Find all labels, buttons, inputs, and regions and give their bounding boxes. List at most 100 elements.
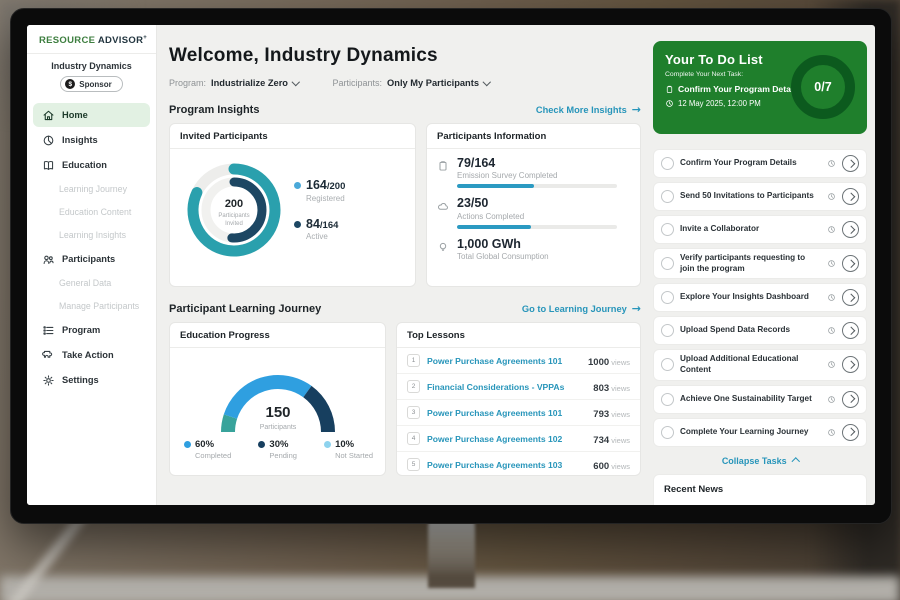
sidebar-item-home[interactable]: Home [33, 103, 150, 127]
sidebar-item-insights[interactable]: Insights [33, 128, 150, 152]
sidebar-item-settings[interactable]: Settings [33, 368, 150, 392]
lesson-rank: 3 [407, 406, 420, 419]
todo-task[interactable]: Complete Your Learning Journey [653, 418, 867, 447]
chevron-right-icon [847, 260, 855, 268]
app-logo: RESOURCE ADVISOR+ [27, 25, 156, 53]
task-checkbox[interactable] [661, 324, 674, 337]
legend-label: Not Started [335, 451, 373, 460]
sidebar-item-manage-participants[interactable]: Manage Participants [33, 295, 150, 317]
task-label: Verify participants requesting to join t… [680, 253, 821, 274]
sponsor-badge[interactable]: $ Sponsor [60, 76, 122, 92]
learning-journey-title: Participant Learning Journey [169, 303, 321, 315]
sidebar-item-education-content[interactable]: Education Content [33, 201, 150, 223]
sidebar-item-general-data[interactable]: General Data [33, 272, 150, 294]
legend-pct: 60% [195, 439, 214, 450]
filter-program[interactable]: Program:Industrialize Zero [169, 78, 299, 88]
sidebar-item-education[interactable]: Education [33, 153, 150, 177]
task-label: Upload Additional Educational Content [680, 354, 821, 375]
legend-pct: 10% [335, 439, 354, 450]
clock-icon [665, 99, 674, 108]
sidebar-item-learning-insights[interactable]: Learning Insights [33, 224, 150, 246]
divider [27, 53, 156, 54]
lesson-title-link[interactable]: Power Purchase Agreements 102 [427, 434, 593, 444]
monitor-stand [428, 516, 475, 588]
task-label: Confirm Your Program Details [680, 158, 821, 169]
sidebar-item-take-action[interactable]: Take Action [33, 343, 150, 367]
todo-task[interactable]: Upload Additional Educational Content [653, 349, 867, 380]
clock-icon [827, 360, 836, 369]
task-open-button[interactable] [842, 188, 859, 205]
sidebar-item-label: Education Content [59, 207, 131, 217]
chevron-right-icon [847, 193, 855, 201]
progress-fill [457, 184, 534, 188]
go-to-learning-journey-link[interactable]: Go to Learning Journey → [522, 302, 641, 315]
task-open-button[interactable] [842, 155, 859, 172]
filter-participants[interactable]: Participants:Only My Participants [333, 78, 490, 88]
legend-dot-icon [184, 441, 191, 448]
legend-label: Registered [306, 194, 345, 203]
sidebar-item-participants[interactable]: Participants [33, 247, 150, 271]
todo-hero-panel: Your To Do List Complete Your Next Task:… [653, 41, 867, 134]
survey-icon [437, 159, 449, 171]
lesson-rank: 1 [407, 354, 420, 367]
sidebar-item-label: Education [62, 160, 107, 170]
check-more-insights-link[interactable]: Check More Insights → [536, 103, 641, 116]
todo-task[interactable]: Verify participants requesting to join t… [653, 248, 867, 279]
card-title: Invited Participants [170, 124, 415, 149]
dashboard-screen: RESOURCE ADVISOR+ Industry Dynamics $ Sp… [27, 25, 875, 505]
sidebar-item-learning-journey[interactable]: Learning Journey [33, 178, 150, 200]
chevron-right-icon [847, 361, 855, 369]
task-open-button[interactable] [842, 221, 859, 238]
photo-background: RESOURCE ADVISOR+ Industry Dynamics $ Sp… [0, 0, 900, 600]
task-open-button[interactable] [842, 255, 859, 272]
svg-text:150: 150 [265, 404, 290, 421]
collapse-tasks-link[interactable]: Collapse Tasks [653, 456, 867, 466]
chevron-right-icon [847, 395, 855, 403]
task-checkbox[interactable] [661, 426, 674, 439]
todo-task[interactable]: Achieve One Sustainability Target [653, 385, 867, 414]
page-title: Welcome, Industry Dynamics [169, 45, 641, 67]
lesson-title-link[interactable]: Power Purchase Agreements 101 [427, 356, 588, 366]
gauge-legend: 60%Completed30%Pending10%Not Started [170, 437, 385, 460]
sidebar-item-program[interactable]: Program [33, 318, 150, 342]
sidebar-item-label: Settings [62, 375, 99, 385]
info-row: 23/50Actions Completed [437, 196, 630, 228]
task-open-button[interactable] [842, 356, 859, 373]
filter-label: Participants: [333, 78, 383, 88]
info-content: 1,000 GWhTotal Global Consumption [457, 237, 549, 261]
task-checkbox[interactable] [661, 358, 674, 371]
task-open-button[interactable] [842, 322, 859, 339]
invited-participants-card: Invited Participants 200ParticipantsInvi… [169, 123, 416, 287]
todo-task[interactable]: Explore Your Insights Dashboard [653, 283, 867, 312]
legend-label: Pending [269, 451, 297, 460]
chevron-right-icon [847, 160, 855, 168]
todo-task[interactable]: Send 50 Invitations to Participants [653, 182, 867, 211]
todo-task[interactable]: Upload Spend Data Records [653, 316, 867, 345]
lesson-title-link[interactable]: Financial Considerations - VPPAs [427, 382, 593, 392]
info-content: 79/164Emission Survey Completed [457, 156, 617, 188]
chevron-up-icon [792, 458, 800, 466]
lesson-title-link[interactable]: Power Purchase Agreements 103 [427, 460, 593, 470]
settings-icon [42, 374, 55, 387]
task-checkbox[interactable] [661, 257, 674, 270]
info-label: Actions Completed [457, 212, 617, 221]
todo-progress-ring: 0/7 [791, 55, 855, 119]
sidebar-item-label: Manage Participants [59, 301, 139, 311]
todo-task[interactable]: Invite a Collaborator [653, 215, 867, 244]
task-checkbox[interactable] [661, 157, 674, 170]
sponsor-icon: $ [65, 79, 75, 89]
top-lessons-card: Top Lessons 1Power Purchase Agreements 1… [396, 322, 641, 476]
task-checkbox[interactable] [661, 190, 674, 203]
task-checkbox[interactable] [661, 223, 674, 236]
invited-donut-chart: 200ParticipantsInvited [178, 154, 290, 266]
task-open-button[interactable] [842, 424, 859, 441]
lesson-title-link[interactable]: Power Purchase Agreements 101 [427, 408, 593, 418]
task-checkbox[interactable] [661, 393, 674, 406]
task-checkbox[interactable] [661, 291, 674, 304]
clock-icon [827, 192, 836, 201]
lesson-views: 734 views [593, 430, 630, 448]
gauge-legend-item: 10%Not Started [324, 439, 373, 460]
todo-task[interactable]: Confirm Your Program Details [653, 149, 867, 178]
task-open-button[interactable] [842, 289, 859, 306]
task-open-button[interactable] [842, 391, 859, 408]
